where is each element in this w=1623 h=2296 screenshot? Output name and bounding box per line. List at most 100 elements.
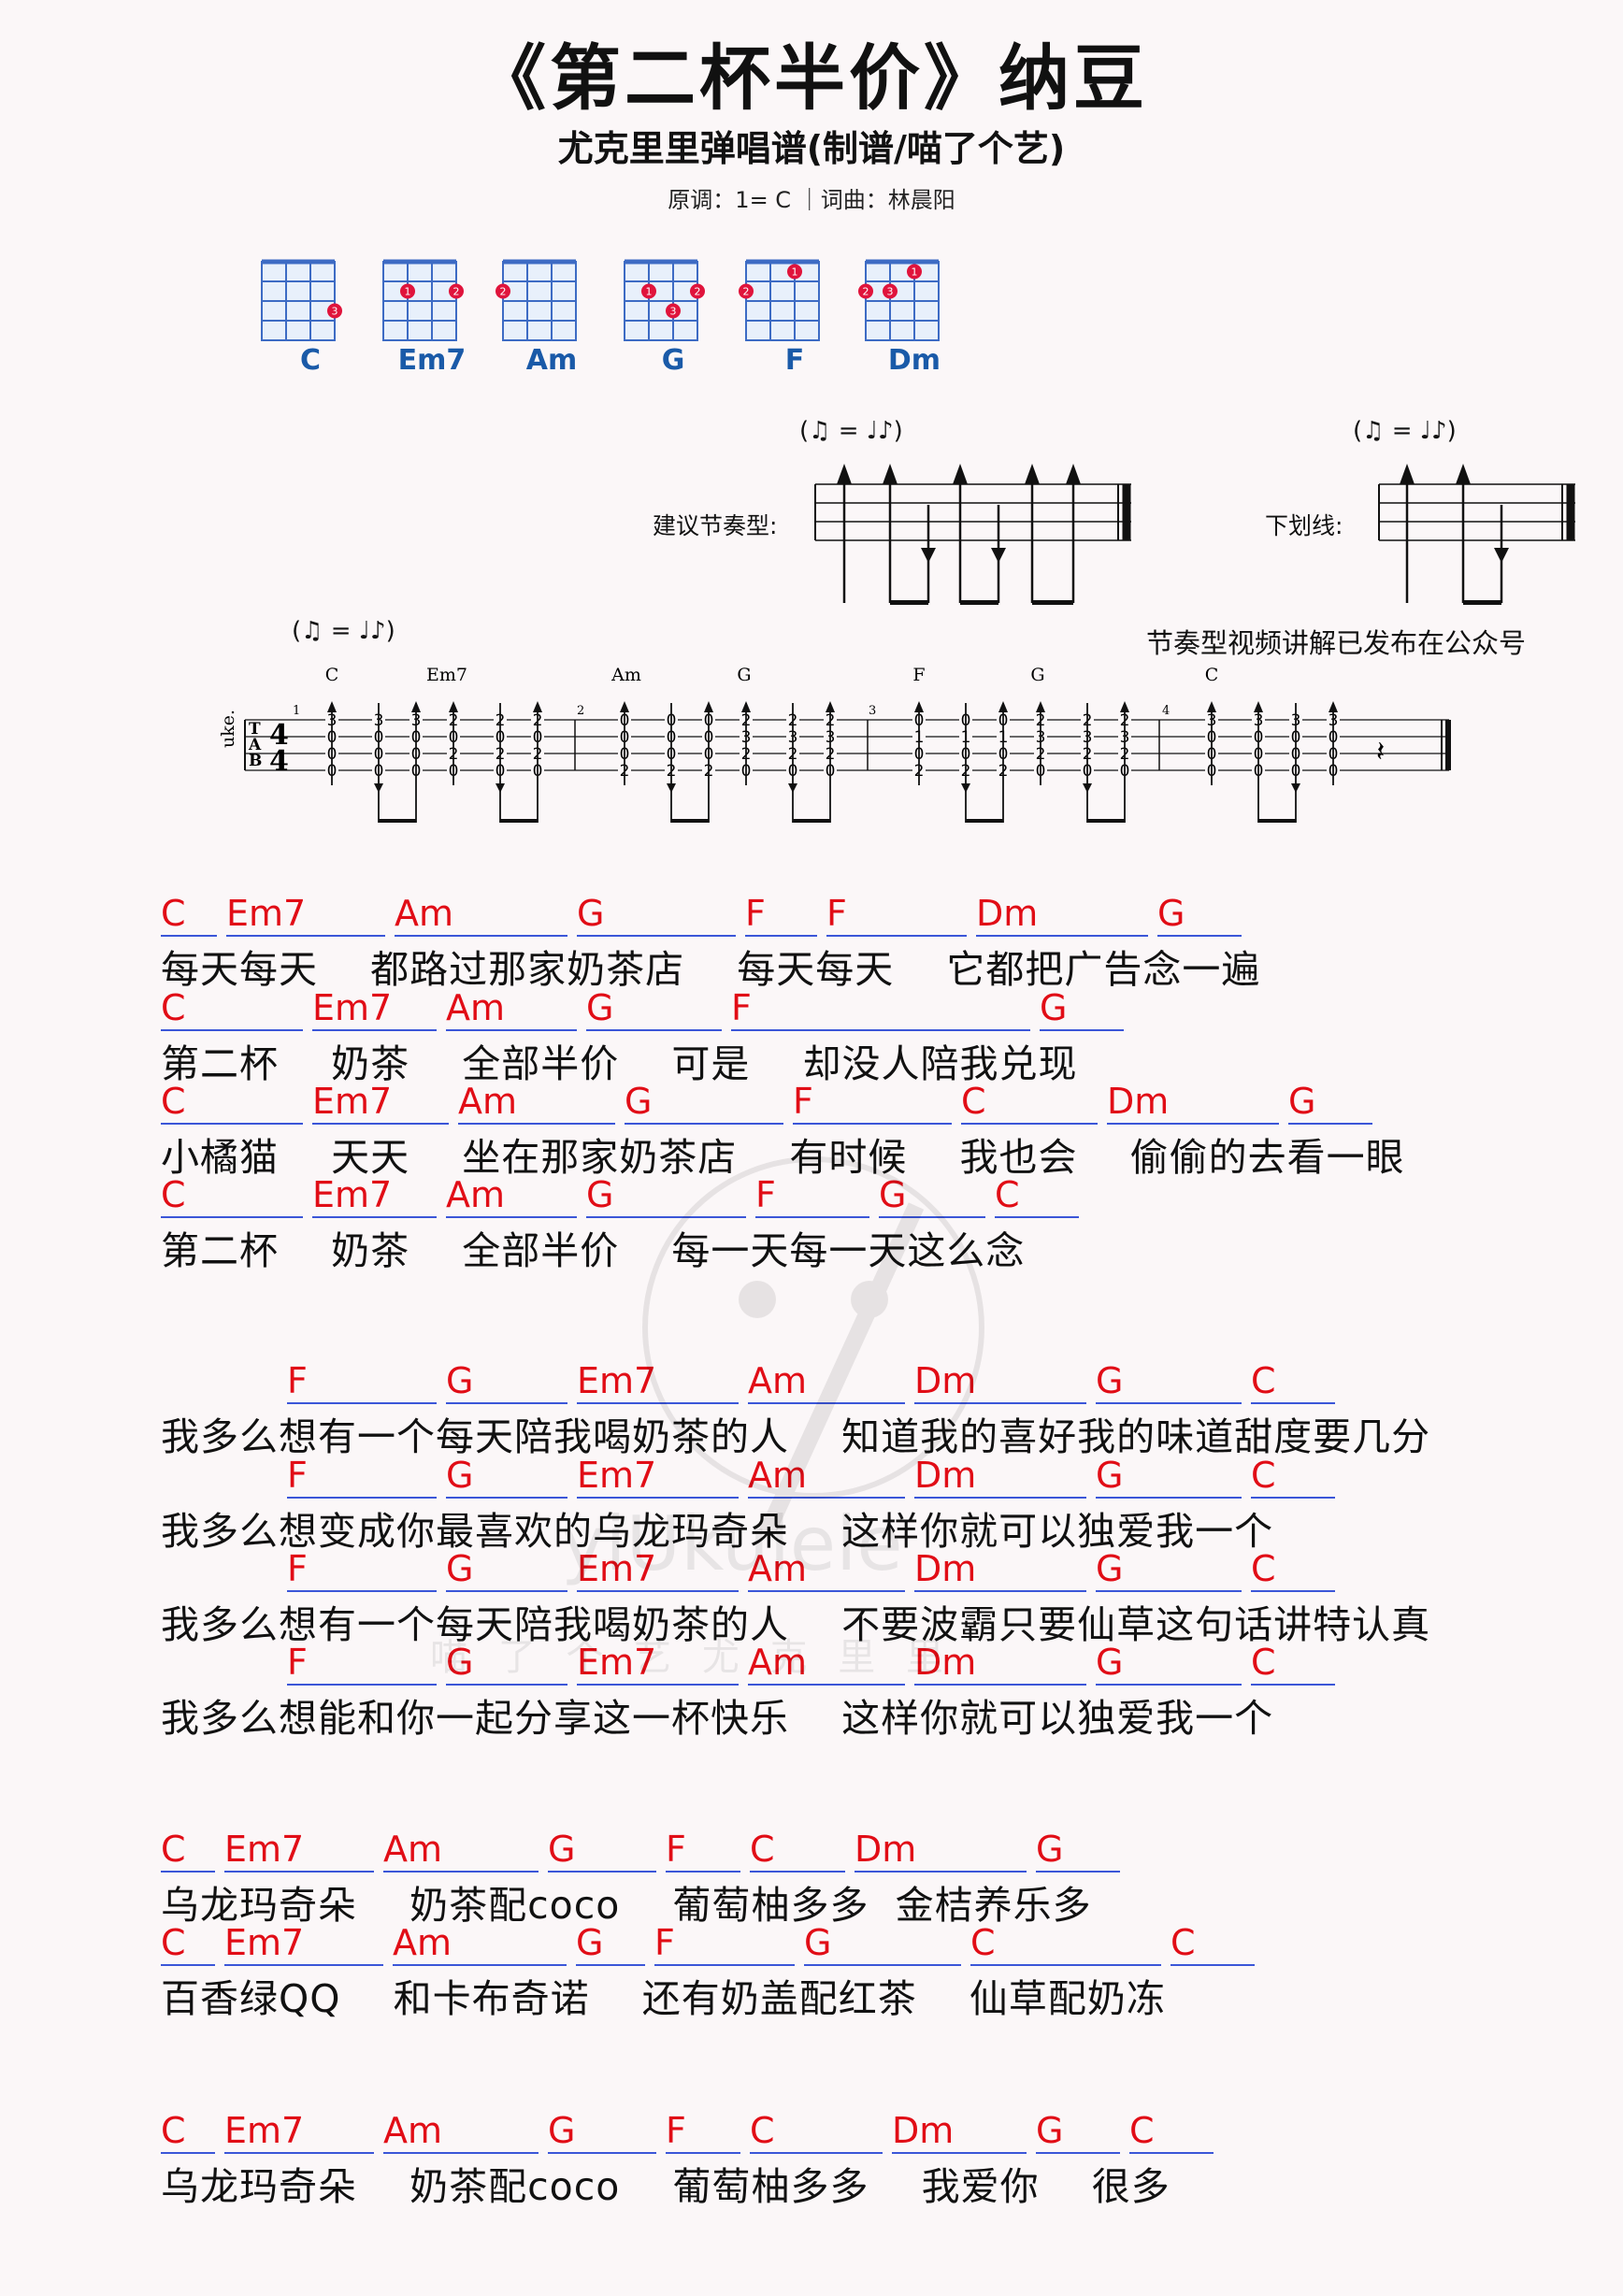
- chord-label: C: [161, 1174, 186, 1215]
- chord-underline: [577, 1684, 739, 1686]
- chord-label: C: [750, 1829, 775, 1870]
- chord-underline: [548, 1871, 656, 1873]
- lyric-text: 每天每天 都路过那家奶茶店 每天每天 它都把广告念一遍: [161, 947, 1261, 992]
- strum-up-arrow: [411, 701, 421, 712]
- chord-underline: [1036, 1871, 1120, 1873]
- chord-underline: [1129, 2152, 1214, 2154]
- chord-underline: [161, 2152, 215, 2154]
- tab-chord-label: C: [325, 665, 339, 685]
- chord-label: G: [1157, 893, 1185, 934]
- chord-label: Am: [395, 893, 454, 934]
- chord-underline: [161, 1964, 215, 1966]
- measure-number: 2: [577, 704, 584, 718]
- underline-rhythm-staff: [1378, 464, 1575, 605]
- beam: [500, 819, 538, 823]
- chord-label: G: [446, 1548, 474, 1589]
- lyric-text: 我多么想能和你一起分享这一杯快乐 这样你就可以独爱我一个: [161, 1696, 1274, 1741]
- chord-underline: [745, 935, 817, 937]
- chord-underline: [287, 1497, 437, 1499]
- chord-label: Am: [393, 1922, 452, 1963]
- chord-underline: [750, 1871, 845, 1873]
- chord-label: G: [548, 2110, 576, 2151]
- chord-underline: [1157, 935, 1242, 937]
- chord-underline: [976, 935, 1148, 937]
- chord-label: G: [446, 1455, 474, 1496]
- strum-up-arrow: [449, 701, 458, 712]
- chord-underline: [1251, 1684, 1335, 1686]
- beam: [671, 819, 709, 823]
- chord-underline: [1096, 1497, 1242, 1499]
- chord-label: Dm: [1107, 1081, 1170, 1122]
- chord-label: F: [745, 893, 766, 934]
- time-signature-bottom: 4: [269, 745, 289, 778]
- chord-label: Dm: [976, 893, 1039, 934]
- chord-label: C: [1171, 1922, 1196, 1963]
- tab-end-thick-bar: [1445, 720, 1451, 770]
- chord-label: Em7: [312, 987, 393, 1028]
- chord-label: F: [666, 1829, 686, 1870]
- chord-label: Em7: [312, 1081, 393, 1122]
- chord-underline: [548, 2152, 656, 2154]
- chord-underline: [161, 1029, 303, 1031]
- lyric-text: 乌龙玛奇朵 奶茶配coco 葡萄柚多多 我爱你 很多: [161, 2164, 1171, 2209]
- chord-label: Am: [458, 1081, 518, 1122]
- chord-underline: [287, 1684, 437, 1686]
- chord-label: G: [1036, 1829, 1064, 1870]
- chord-label: G: [548, 1829, 576, 1870]
- chord-underline: [1036, 2152, 1120, 2154]
- lyric-text: 百香绿QQ 和卡布奇诺 还有奶盖配红茶 仙草配奶冻: [161, 1976, 1166, 2021]
- tab-chord-label: G: [737, 665, 751, 685]
- chord-underline: [393, 1964, 567, 1966]
- chord-underline: [577, 935, 736, 937]
- strum-up-arrow: [1329, 701, 1338, 712]
- chord-underline: [224, 1964, 383, 1966]
- chord-underline: [1040, 1029, 1124, 1031]
- chord-underline: [161, 1871, 215, 1873]
- chord-label: Dm: [855, 1829, 917, 1870]
- lyric-text: 乌龙玛奇朵 奶茶配coco 葡萄柚多多 金桔养乐多: [161, 1883, 1092, 1928]
- chord-label: Dm: [892, 2110, 955, 2151]
- chord-underline: [666, 2152, 740, 2154]
- suggested-rhythm-staff: [814, 464, 1131, 605]
- chord-underline: [1096, 1590, 1242, 1592]
- chord-label: C: [1251, 1360, 1276, 1401]
- chord-label: Em7: [224, 1829, 305, 1870]
- chord-label: G: [446, 1360, 474, 1401]
- chord-underline: [1251, 1590, 1335, 1592]
- chord-underline: [666, 1871, 740, 1873]
- beam: [1087, 819, 1125, 823]
- chord-label: C: [1129, 2110, 1155, 2151]
- strum-up-arrow: [1254, 701, 1263, 712]
- chord-label: C: [161, 1081, 186, 1122]
- measure-number: 4: [1162, 704, 1170, 718]
- strum-up-arrow: [327, 701, 337, 712]
- chord-underline: [855, 1871, 1027, 1873]
- tab-chord-label: Em7: [426, 665, 467, 685]
- tab-chord-label: G: [1030, 665, 1044, 685]
- chord-label: C: [750, 2110, 775, 2151]
- chord-underline: [1251, 1497, 1335, 1499]
- chord-label: C: [161, 1829, 186, 1870]
- chord-label: F: [287, 1455, 308, 1496]
- chord-label: F: [287, 1642, 308, 1683]
- chord-underline: [395, 935, 567, 937]
- chord-label: F: [826, 893, 847, 934]
- chord-underline: [654, 1964, 795, 1966]
- chord-underline: [892, 2152, 1027, 2154]
- chord-label: C: [1251, 1548, 1276, 1589]
- chord-underline: [226, 935, 385, 937]
- chord-label: Em7: [224, 2110, 305, 2151]
- chord-label: C: [1251, 1642, 1276, 1683]
- beam: [793, 819, 830, 823]
- chord-underline: [970, 1964, 1161, 1966]
- strum-up-arrow: [998, 701, 1008, 712]
- watermark-text: yiUkulele: [561, 1500, 903, 1587]
- chord-label: Em7: [312, 1174, 393, 1215]
- chord-underline: [312, 1029, 437, 1031]
- tab-chord-label: Am: [610, 665, 641, 685]
- chord-underline: [1171, 1964, 1255, 1966]
- strum-up-arrow: [1120, 701, 1129, 712]
- measure-number: 3: [869, 704, 876, 718]
- chord-label: G: [586, 987, 614, 1028]
- strum-up-arrow: [826, 701, 835, 712]
